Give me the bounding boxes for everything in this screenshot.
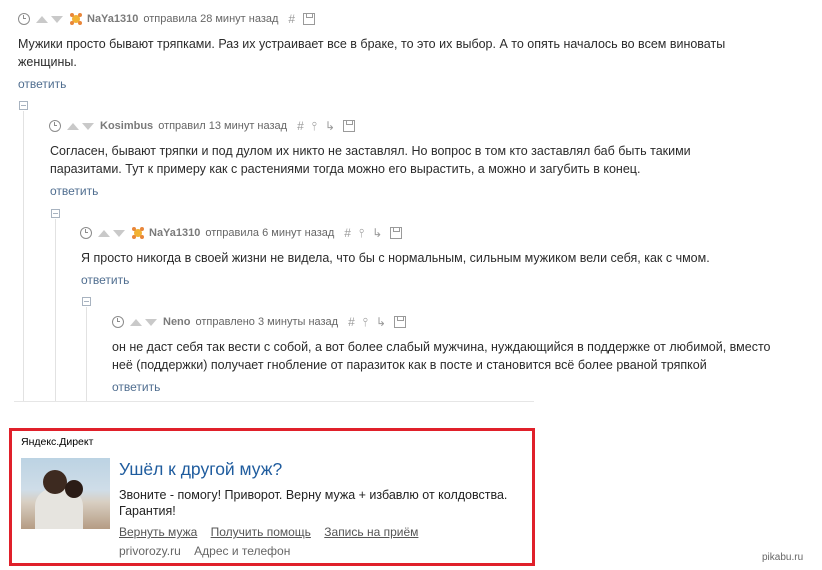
comment-time: отправлено 3 минуты назад — [195, 316, 339, 328]
upvote-arrow-icon[interactable] — [36, 15, 48, 23]
pin-icon[interactable]: ⫯ — [363, 315, 368, 330]
pin-icon[interactable]: ⫯ — [359, 226, 364, 241]
comment-meta: NaYa1310 отправила 28 минут назад # — [18, 11, 316, 27]
pin-icon[interactable]: ⫯ — [312, 119, 317, 134]
reply-link[interactable]: ответить — [50, 184, 98, 198]
ad-photo[interactable] — [21, 458, 110, 529]
comment-permalink[interactable]: # — [348, 315, 355, 329]
branch-icon[interactable]: ↳ — [376, 315, 386, 329]
save-icon[interactable] — [394, 316, 407, 328]
comment-permalink[interactable]: # — [297, 119, 304, 133]
ad-contact[interactable]: Адрес и телефон — [194, 544, 290, 558]
downvote-arrow-icon[interactable] — [82, 122, 94, 130]
ad-link-get-help[interactable]: Получить помощь — [211, 525, 311, 539]
ad-footer: privorozy.ru Адрес и телефон — [119, 544, 300, 558]
branch-icon[interactable]: ↳ — [325, 119, 335, 133]
reply-link[interactable]: ответить — [18, 77, 66, 91]
reply-link[interactable]: ответить — [81, 273, 129, 287]
comment-text: Мужики просто бывают тряпками. Раз их ус… — [18, 37, 726, 69]
comment-author[interactable]: Kosimbus — [100, 120, 153, 132]
comment-time: отправила 28 минут назад — [143, 13, 279, 25]
clock-icon — [80, 227, 92, 239]
ad-title[interactable]: Ушёл к другой муж? — [119, 459, 282, 480]
save-icon[interactable] — [343, 120, 356, 132]
thread-line — [55, 219, 56, 401]
upvote-arrow-icon[interactable] — [130, 318, 142, 326]
upvote-arrow-icon[interactable] — [98, 229, 110, 237]
thread-divider — [14, 401, 534, 402]
collapse-thread-icon[interactable] — [19, 101, 28, 110]
comment-meta: Kosimbus отправил 13 минут назад # ⫯ ↳ — [49, 118, 356, 134]
collapse-thread-icon[interactable] — [51, 209, 60, 218]
thread-line — [86, 307, 87, 401]
collapse-thread-icon[interactable] — [82, 297, 91, 306]
comment-meta: Neno отправлено 3 минуты назад # ⫯ ↳ — [112, 314, 407, 330]
user-avatar-icon — [132, 227, 144, 239]
comment-text: Я просто никогда в своей жизни не видела… — [81, 251, 710, 265]
clock-icon — [112, 316, 124, 328]
ad-label: Яндекс.Директ — [21, 436, 94, 448]
yandex-direct-ad: Яндекс.Директ Ушёл к другой муж? Звоните… — [9, 428, 535, 566]
ad-link-appointment[interactable]: Запись на приём — [324, 525, 418, 539]
downvote-arrow-icon[interactable] — [51, 15, 63, 23]
user-avatar-icon — [70, 13, 82, 25]
clock-icon — [49, 120, 61, 132]
comment-text: Согласен, бывают тряпки и под дулом их н… — [50, 144, 691, 176]
ad-link-return-husband[interactable]: Вернуть мужа — [119, 525, 197, 539]
comment-permalink[interactable]: # — [344, 226, 351, 240]
clock-icon — [18, 13, 30, 25]
ad-domain[interactable]: privorozy.ru — [119, 544, 181, 558]
save-icon[interactable] — [303, 13, 316, 25]
downvote-arrow-icon[interactable] — [113, 229, 125, 237]
comment-meta: NaYa1310 отправила 6 минут назад # ⫯ ↳ — [80, 225, 403, 241]
comment-text: он не даст себя так вести с собой, а вот… — [112, 340, 771, 372]
comment-time: отправила 6 минут назад — [205, 227, 335, 239]
comment-author[interactable]: Neno — [163, 316, 191, 328]
comment-author[interactable]: NaYa1310 — [149, 227, 200, 239]
comment-time: отправил 13 минут назад — [158, 120, 288, 132]
save-icon[interactable] — [390, 227, 403, 239]
comment-author[interactable]: NaYa1310 — [87, 13, 138, 25]
branch-icon[interactable]: ↳ — [372, 226, 382, 240]
ad-links: Вернуть мужа Получить помощь Запись на п… — [119, 525, 428, 539]
ad-text: Звоните - помогу! Приворот. Верну мужа +… — [119, 488, 508, 518]
thread-line — [23, 111, 24, 401]
comment-permalink[interactable]: # — [288, 12, 295, 26]
reply-link[interactable]: ответить — [112, 380, 160, 394]
downvote-arrow-icon[interactable] — [145, 318, 157, 326]
watermark: pikabu.ru — [762, 552, 804, 563]
upvote-arrow-icon[interactable] — [67, 122, 79, 130]
